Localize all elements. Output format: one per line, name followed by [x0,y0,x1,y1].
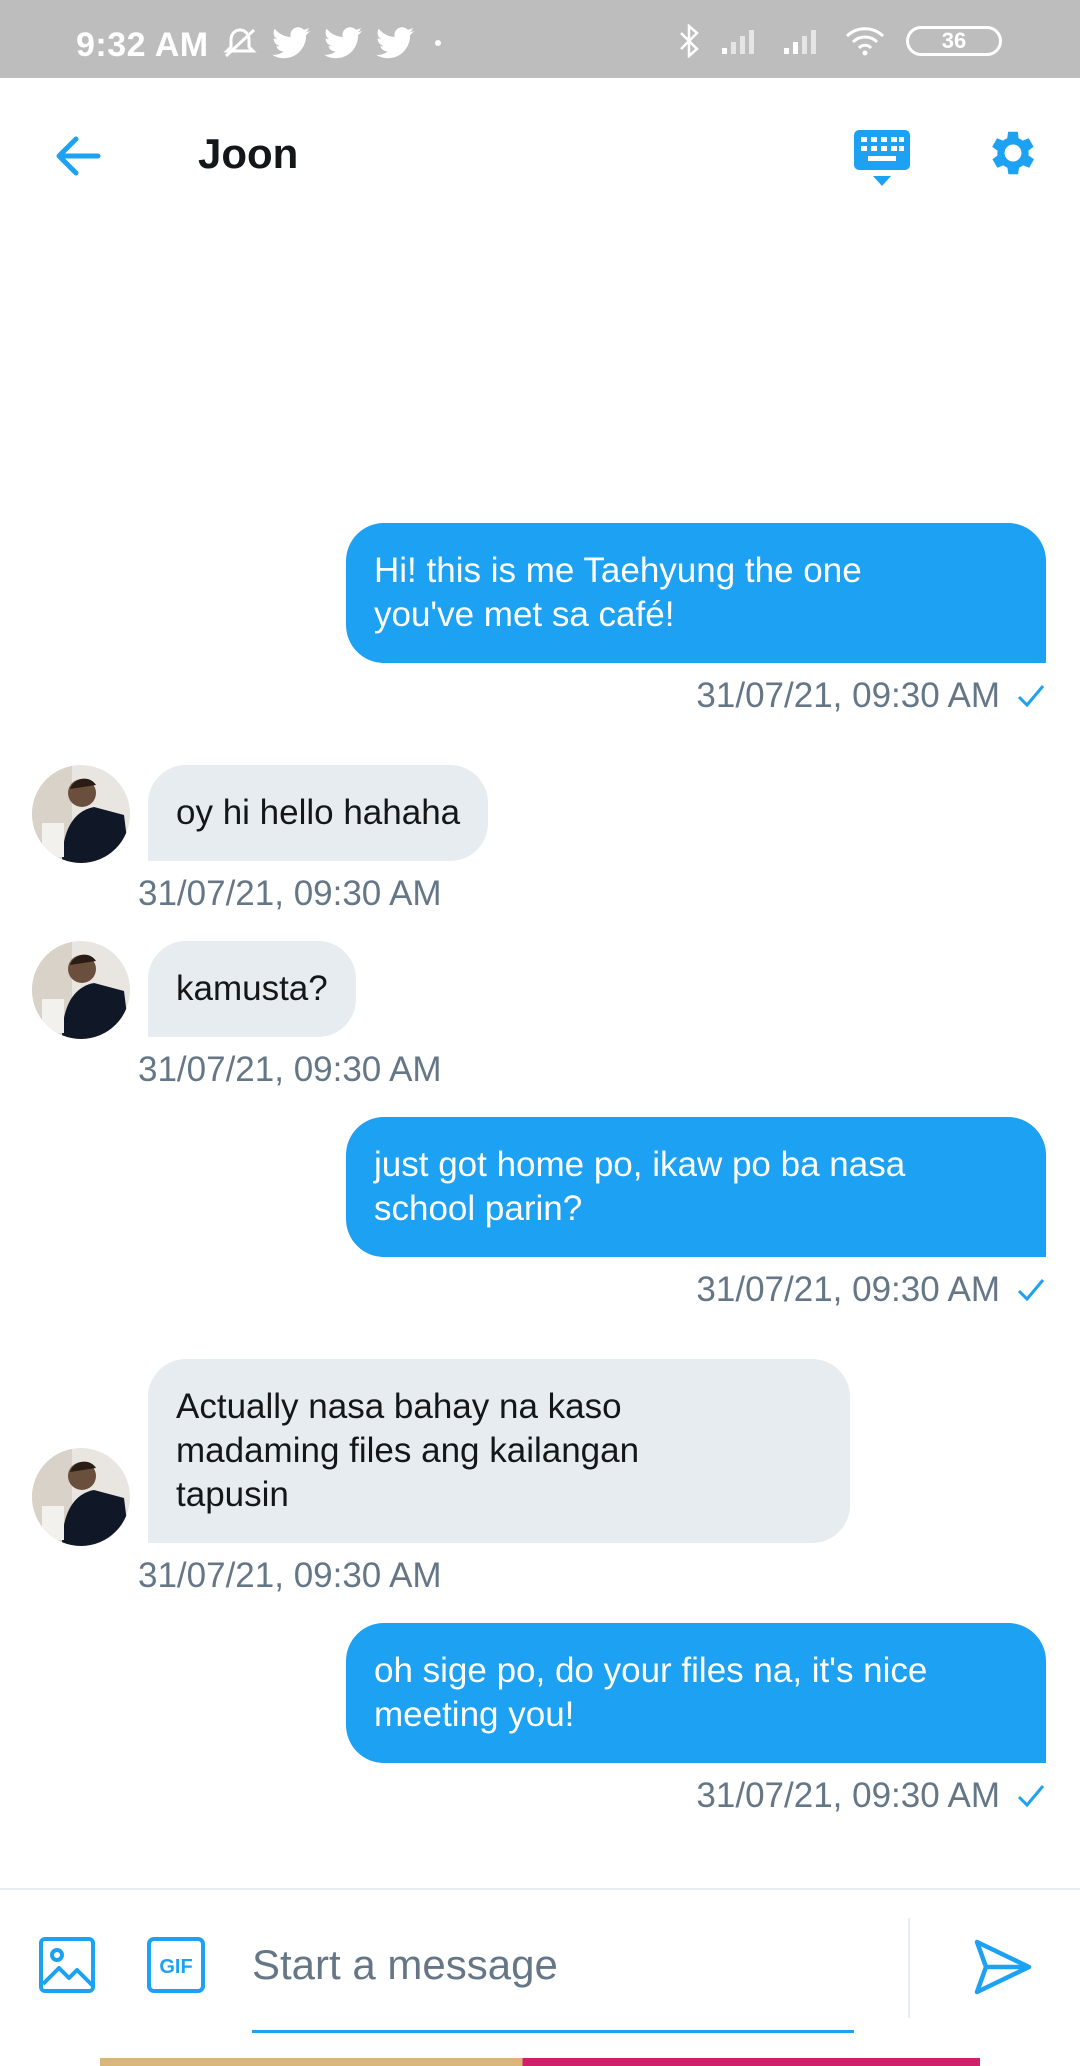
message-timestamp: 31/07/21, 09:30 AM [696,1776,1046,1816]
avatar[interactable] [32,1448,130,1546]
incoming-message-bubble[interactable]: oy hi hello hahaha [148,765,489,861]
notification-icons [222,26,448,60]
message-line: tapusin [176,1475,289,1514]
gif-label: GIF [159,1956,192,1978]
wifi-icon [845,27,885,56]
message-line: oh sige po, do your files na, it's nice [374,1651,928,1690]
message-line: meeting you! [374,1695,575,1734]
avatar[interactable] [32,765,130,863]
timestamp-text: 31/07/21, 09:30 AM [696,1270,1000,1309]
message-line: oy hi hello hahaha [176,793,461,832]
twitter-icon [272,27,310,59]
gear-icon[interactable] [984,124,1042,182]
conversation-header: Joon [0,78,1080,230]
mute-bell-icon [223,28,257,58]
keyboard-icon[interactable] [852,128,912,188]
message-timestamp: 31/07/21, 09:30 AM [138,1556,442,1596]
timestamp-text: 31/07/21, 09:30 AM [696,1776,1000,1815]
status-time: 9:32 AM [76,26,209,64]
arrow-left-icon[interactable] [50,128,106,184]
message-line: madaming files ang kailangan [176,1431,640,1470]
avatar-image [32,765,130,863]
message-timestamp: 31/07/21, 09:30 AM [696,676,1046,716]
battery-level: 36 [941,28,967,53]
bluetooth-icon [680,24,699,58]
message-timestamp: 31/07/21, 09:30 AM [696,1270,1046,1310]
message-line: kamusta? [176,969,328,1008]
gif-icon: GIF [147,1937,205,1993]
timestamp-text: 31/07/21, 09:30 AM [696,676,1000,715]
system-icons: 36 [678,24,1002,58]
status-bar: 9:32 AM 36 [0,0,1080,78]
gif-button[interactable]: GIF [146,1936,206,1994]
message-line: just got home po, ikaw po ba nasa [374,1145,906,1184]
conversation-title[interactable]: Joon [198,130,298,178]
avatar-image [32,1448,130,1546]
message-line: you've met sa café! [374,595,675,634]
message-line: Actually nasa bahay na kaso [176,1387,622,1426]
signal-icon [784,30,816,54]
message-timestamp: 31/07/21, 09:30 AM [138,1050,442,1090]
timestamp-text: 31/07/21, 09:30 AM [138,874,442,913]
check-icon [1017,685,1045,708]
outgoing-message-bubble[interactable]: oh sige po, do your files na, it's nice … [346,1623,1046,1763]
timestamp-text: 31/07/21, 09:30 AM [138,1556,442,1595]
message-input[interactable] [252,1932,852,1998]
check-icon [1017,1279,1045,1302]
timestamp-text: 31/07/21, 09:30 AM [138,1050,442,1089]
incoming-message-bubble[interactable]: Actually nasa bahay na kaso madaming fil… [148,1359,850,1543]
signal-icon [722,30,754,54]
image-icon[interactable] [38,1936,96,1994]
composer-divider [0,1888,1080,1890]
avatar[interactable] [32,941,130,1039]
check-icon [1017,1785,1045,1808]
dot-icon [435,40,441,46]
outgoing-message-bubble[interactable]: just got home po, ikaw po ba nasa school… [346,1117,1046,1257]
message-timestamp: 31/07/21, 09:30 AM [138,874,442,914]
twitter-icon [324,27,362,59]
incoming-message-bubble[interactable]: kamusta? [148,941,356,1037]
message-line: Hi! this is me Taehyung the one [374,551,862,590]
avatar-image [32,941,130,1039]
message-line: school parin? [374,1189,583,1228]
bottom-ad-strip [100,2058,980,2066]
twitter-icon [376,27,414,59]
composer-separator [908,1918,910,2018]
outgoing-message-bubble[interactable]: Hi! this is me Taehyung the one you've m… [346,523,1046,663]
battery-icon: 36 [906,26,1002,56]
input-underline [252,2030,854,2033]
send-icon[interactable] [972,1936,1034,1998]
